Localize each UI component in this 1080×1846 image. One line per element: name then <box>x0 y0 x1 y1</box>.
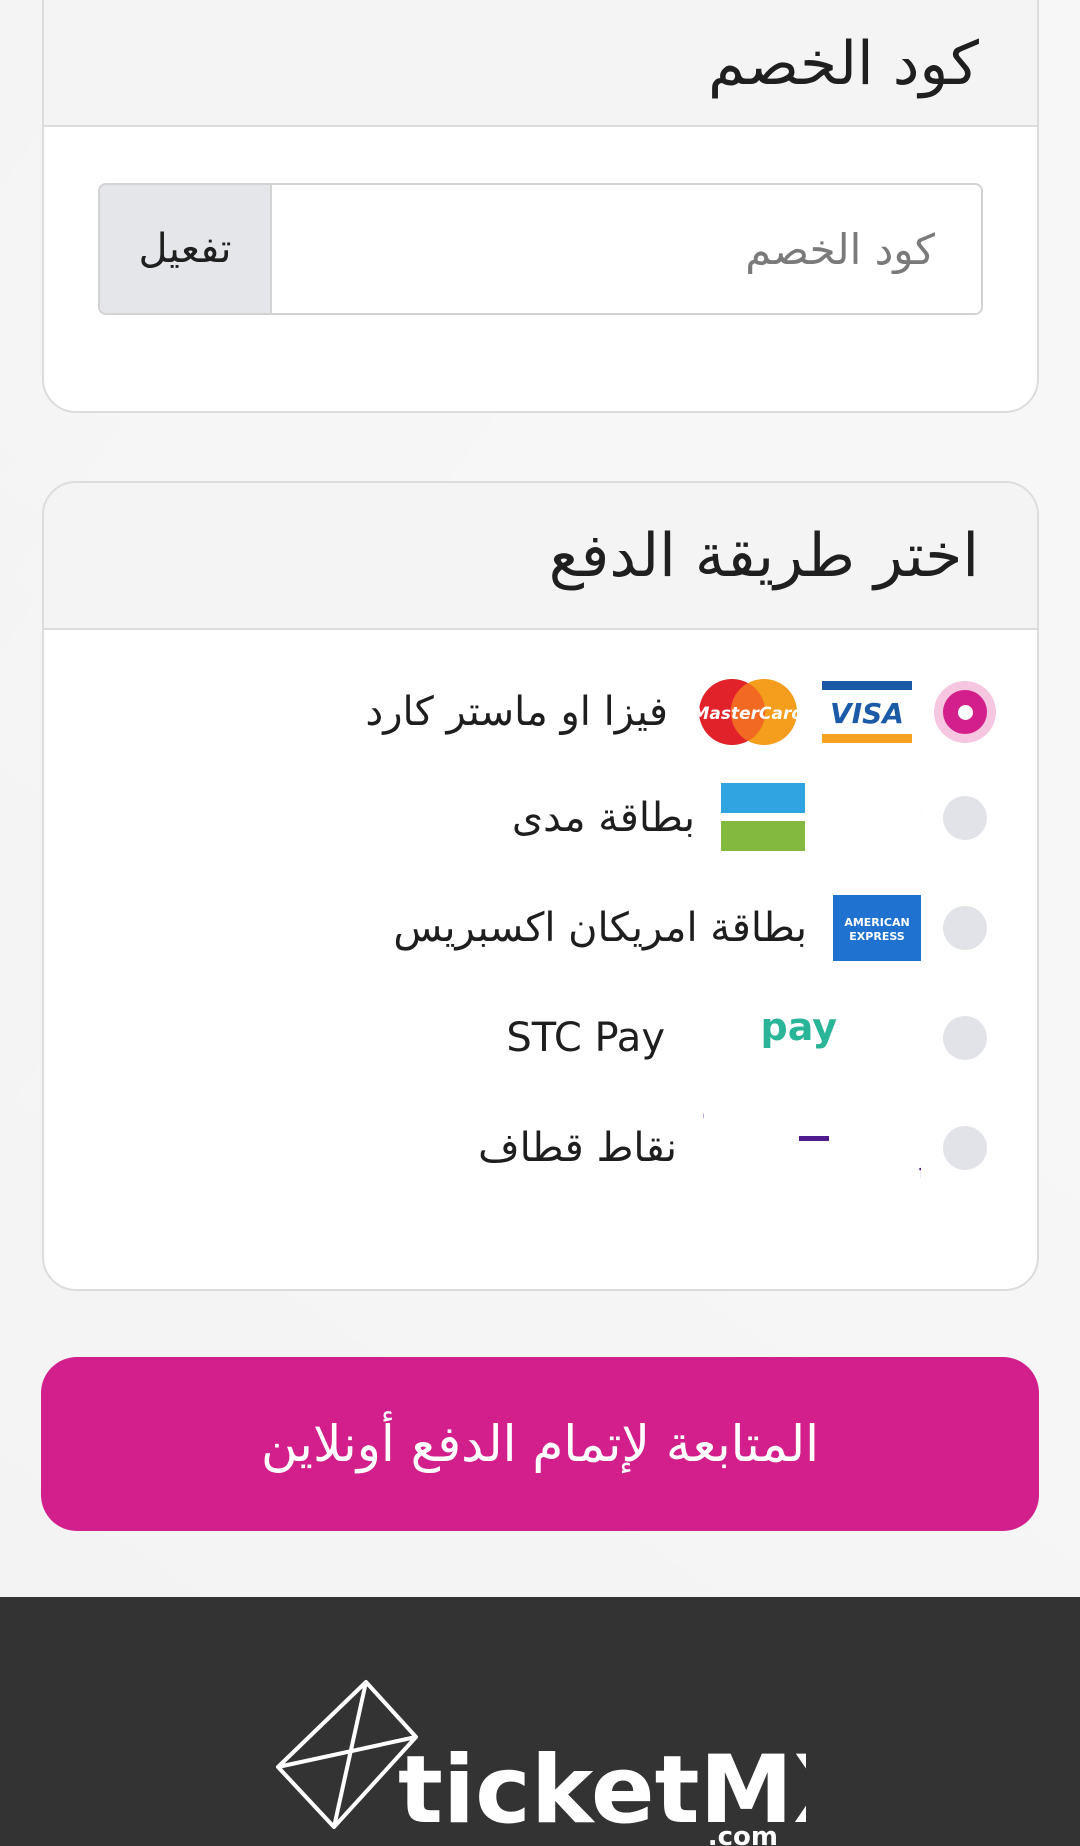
stc-pay-logo: stc pay <box>761 1005 838 1049</box>
footer-brand-suffix: .com <box>708 1822 778 1846</box>
payment-logos: qitaf قطاف from stc <box>703 1110 921 1186</box>
radio-button-selected[interactable] <box>934 681 996 743</box>
checkout-page: كود الخصم تفعيل اختر طريقة الدفع <box>0 0 1080 1846</box>
visa-logo: VISA <box>822 681 912 743</box>
payment-logos: AMERICAN EXPRESS <box>833 895 921 961</box>
ticketmx-logo[interactable]: ticketMX .com <box>276 1677 806 1846</box>
payment-option-stc-pay[interactable]: stc pay STC Pay <box>44 998 989 1078</box>
mastercard-logo: MasterCard <box>694 679 802 745</box>
svg-text:VISA: VISA <box>830 697 904 730</box>
payment-option-label: بطاقة مدى <box>511 795 695 841</box>
svg-text:قطاف: قطاف <box>919 1110 921 1153</box>
svg-text:qitaf: qitaf <box>703 1110 704 1154</box>
svg-text:AMERICAN: AMERICAN <box>844 916 909 929</box>
payment-logos: VISA MasterCard <box>694 678 912 746</box>
mada-logo: مدى mada <box>721 783 921 853</box>
qitaf-logo: qitaf قطاف from stc <box>703 1110 921 1183</box>
radio-dot <box>957 704 973 720</box>
payment-method-card: اختر طريقة الدفع VISA MasterCard فيزا او… <box>42 481 1039 1291</box>
activate-coupon-button[interactable]: تفعيل <box>100 185 272 313</box>
payment-card-header: اختر طريقة الدفع <box>44 483 1037 630</box>
payment-option-label: فيزا او ماستر كارد <box>365 689 668 735</box>
continue-to-payment-button[interactable]: المتابعة لإتمام الدفع أونلاين <box>41 1357 1039 1531</box>
svg-text:مدى: مدى <box>919 786 921 821</box>
american-express-logo: AMERICAN EXPRESS <box>833 895 921 961</box>
svg-text:from stc: from stc <box>919 1162 921 1183</box>
radio-button[interactable] <box>943 796 987 840</box>
discount-card-header: كود الخصم <box>44 0 1037 127</box>
svg-text:pay: pay <box>761 1005 838 1049</box>
svg-text:mada: mada <box>919 818 921 853</box>
radio-inner <box>943 690 987 734</box>
payment-logos: مدى mada <box>721 783 921 853</box>
payment-option-mada[interactable]: مدى mada بطاقة مدى <box>44 778 989 858</box>
payment-option-visa-mastercard[interactable]: VISA MasterCard فيزا او ماستر كارد <box>44 672 996 752</box>
payment-option-label: نقاط قطاف <box>478 1125 677 1171</box>
payment-option-label: بطاقة امريكان اكسبريس <box>393 905 807 951</box>
footer: ticketMX .com <box>0 1597 1080 1846</box>
radio-button[interactable] <box>943 906 987 950</box>
svg-text:EXPRESS: EXPRESS <box>849 930 904 943</box>
payment-title: اختر طريقة الدفع <box>548 520 979 591</box>
coupon-input-group: تفعيل <box>98 183 983 315</box>
radio-button[interactable] <box>943 1126 987 1170</box>
coupon-input[interactable] <box>272 185 981 313</box>
payment-option-label: STC Pay <box>506 1015 665 1061</box>
radio-button[interactable] <box>943 1016 987 1060</box>
payment-logos: stc pay <box>691 1002 921 1074</box>
discount-card: كود الخصم تفعيل <box>42 0 1039 413</box>
svg-text:MasterCard: MasterCard <box>694 704 802 724</box>
discount-title: كود الخصم <box>708 28 979 99</box>
payment-option-qitaf[interactable]: qitaf قطاف from stc نقاط قطاف <box>44 1108 989 1188</box>
payment-option-amex[interactable]: AMERICAN EXPRESS بطاقة امريكان اكسبريس <box>44 888 989 968</box>
